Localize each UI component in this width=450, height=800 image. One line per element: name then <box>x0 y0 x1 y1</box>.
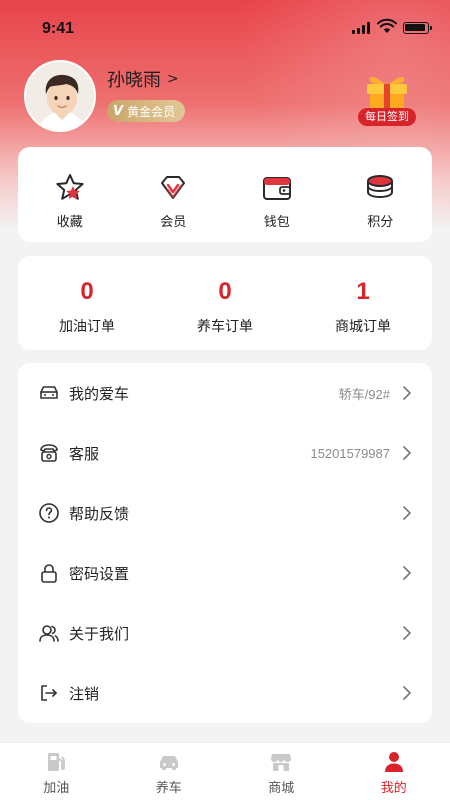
quick-action-label: 钱包 <box>263 215 290 230</box>
menu-about-us[interactable]: 关于我们 <box>18 603 432 663</box>
quick-action-points[interactable]: 积分 <box>329 147 433 242</box>
orders-card: 0 加油订单 0 养车订单 1 商城订单 <box>18 256 432 350</box>
star-icon <box>56 174 84 200</box>
avatar[interactable] <box>24 60 96 132</box>
tab-mine[interactable]: 我的 <box>338 743 450 800</box>
user-icon <box>384 752 403 772</box>
order-count: 0 <box>80 278 94 305</box>
order-label: 加油订单 <box>59 319 115 335</box>
order-car-care[interactable]: 0 养车订单 <box>156 256 294 350</box>
battery-icon <box>403 22 432 34</box>
chevron-right-icon <box>403 506 411 520</box>
daily-checkin-button[interactable]: 每日签到 <box>355 72 419 128</box>
order-mall[interactable]: 1 商城订单 <box>294 256 432 350</box>
quick-action-label: 收藏 <box>56 215 83 230</box>
chevron-right-icon <box>403 386 411 400</box>
menu-label: 我的爱车 <box>69 384 130 403</box>
bottom-tab-bar: 加油 养车 商城 我的 <box>0 742 450 800</box>
order-label: 商城订单 <box>335 319 391 335</box>
tab-label: 商城 <box>268 781 295 796</box>
tab-mall[interactable]: 商城 <box>225 743 338 800</box>
chevron-right-icon <box>403 686 411 700</box>
menu-value: 15201579987 <box>310 445 390 461</box>
menu-label: 帮助反馈 <box>69 504 130 523</box>
membership-badge[interactable]: V 黄金会员 <box>107 100 186 122</box>
menu-help-feedback[interactable]: 帮助反馈 <box>18 483 432 543</box>
status-time: 9:41 <box>42 20 75 37</box>
tab-car-care[interactable]: 养车 <box>113 743 226 800</box>
help-icon <box>38 502 60 524</box>
menu-value: 轿车/92# <box>338 386 390 402</box>
car-icon <box>38 382 60 404</box>
chevron-right-icon <box>403 626 411 640</box>
quick-action-label: 会员 <box>160 215 187 230</box>
username-link[interactable]: 孙晓雨 > <box>107 66 179 92</box>
lock-icon <box>38 562 60 584</box>
tab-label: 养车 <box>155 781 182 796</box>
order-label: 养车订单 <box>197 319 253 335</box>
order-count: 0 <box>218 278 232 305</box>
signal-icon <box>352 22 370 34</box>
membership-level: 黄金会员 <box>127 104 176 119</box>
tab-label: 加油 <box>43 781 70 796</box>
coins-icon <box>367 175 394 199</box>
order-count: 1 <box>356 278 370 305</box>
quick-actions-card: 收藏 会员 钱包 积分 <box>18 147 432 242</box>
shop-icon <box>271 754 292 771</box>
tab-fuel[interactable]: 加油 <box>0 743 113 800</box>
menu-label: 注销 <box>69 684 100 703</box>
status-bar: 9:41 <box>0 0 450 58</box>
wifi-icon <box>377 18 397 33</box>
quick-action-wallet[interactable]: 钱包 <box>225 147 329 242</box>
phone-icon <box>38 442 60 464</box>
vip-mark: V <box>113 103 124 119</box>
fuel-icon <box>48 753 66 771</box>
tab-label: 我的 <box>380 781 407 796</box>
chevron-right-icon: > <box>167 71 179 87</box>
settings-menu: 我的爱车 轿车/92# 客服 15201579987 帮助反馈 密码设置 关于我… <box>18 363 432 723</box>
checkin-label: 每日签到 <box>358 108 416 126</box>
menu-logout[interactable]: 注销 <box>18 663 432 723</box>
users-icon <box>38 622 60 644</box>
quick-action-label: 积分 <box>367 215 394 230</box>
chevron-right-icon <box>403 566 411 580</box>
menu-label: 密码设置 <box>69 564 130 583</box>
menu-label: 关于我们 <box>69 624 130 643</box>
menu-password-settings[interactable]: 密码设置 <box>18 543 432 603</box>
menu-customer-service[interactable]: 客服 15201579987 <box>18 423 432 483</box>
menu-label: 客服 <box>69 444 100 463</box>
diamond-icon <box>161 176 186 199</box>
chevron-right-icon <box>403 446 411 460</box>
username: 孙晓雨 <box>107 70 161 91</box>
wallet-icon <box>262 177 291 200</box>
quick-action-favorites[interactable]: 收藏 <box>18 147 122 242</box>
order-fuel[interactable]: 0 加油订单 <box>18 256 156 350</box>
quick-action-membership[interactable]: 会员 <box>122 147 226 242</box>
car-icon <box>159 756 178 770</box>
menu-my-car[interactable]: 我的爱车 轿车/92# <box>18 363 432 423</box>
logout-icon <box>38 682 60 704</box>
